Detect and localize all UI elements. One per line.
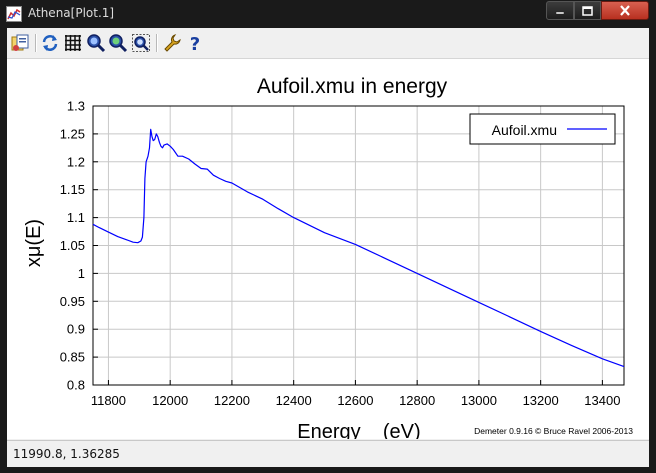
close-button[interactable] bbox=[601, 1, 649, 20]
plot-toolbar: ? bbox=[7, 28, 649, 59]
zoom-in-icon[interactable] bbox=[86, 33, 106, 53]
title-bar[interactable]: Athena[Plot.1] bbox=[0, 0, 656, 28]
refresh-icon[interactable] bbox=[40, 33, 60, 53]
maximize-icon bbox=[582, 5, 593, 16]
x-axis-label: Energy (eV) bbox=[297, 421, 420, 439]
y-tick-label: 0.85 bbox=[60, 350, 85, 365]
y-tick-label: 1.2 bbox=[67, 154, 85, 169]
y-axis-label: xμ(E) bbox=[23, 219, 45, 267]
wrench-icon[interactable] bbox=[162, 33, 182, 53]
toolbar-separator bbox=[35, 34, 37, 52]
x-tick-label: 12400 bbox=[276, 393, 312, 408]
y-tick-label: 0.9 bbox=[67, 322, 85, 337]
y-tick-label: 0.8 bbox=[67, 378, 85, 393]
legend: Aufoil.xmu bbox=[469, 113, 616, 145]
y-tick-label: 1.3 bbox=[67, 99, 85, 114]
minimize-icon bbox=[555, 11, 565, 14]
plot-app-icon bbox=[6, 6, 22, 22]
y-tick-label: 1.15 bbox=[60, 182, 85, 197]
chart-ticks: 11800 12000 12200 12400 12600 12800 13000 13200… bbox=[60, 99, 621, 409]
x-tick-label: 12800 bbox=[399, 393, 435, 408]
series-line-aufoil bbox=[92, 128, 625, 368]
maximize-button[interactable] bbox=[574, 1, 601, 20]
y-tick-label: 1.25 bbox=[60, 126, 85, 141]
x-tick-label: 13200 bbox=[523, 393, 559, 408]
y-tick-label: 1.1 bbox=[67, 210, 85, 225]
y-tick-label: 0.95 bbox=[60, 294, 85, 309]
window-frame-left bbox=[0, 28, 7, 473]
y-tick-label: 1 bbox=[78, 266, 85, 281]
x-tick-label: 12600 bbox=[337, 393, 373, 408]
save-icon[interactable] bbox=[10, 33, 30, 53]
zoom-fit-icon[interactable] bbox=[131, 33, 151, 53]
x-tick-label: 13000 bbox=[461, 393, 497, 408]
window-frame-right bbox=[649, 28, 656, 473]
chart-svg: 11800 12000 12200 12400 12600 12800 13000 13200… bbox=[23, 75, 633, 443]
cursor-coordinates: 11990.8, 1.36285 bbox=[13, 447, 120, 461]
chart-title: Aufoil.xmu in energy bbox=[257, 75, 448, 98]
x-tick-label: 12000 bbox=[152, 393, 188, 408]
close-icon bbox=[620, 5, 630, 16]
window-frame-bottom bbox=[0, 466, 656, 473]
athena-plot-window: Athena[Plot.1] ? 11800 12000 12200 12400… bbox=[0, 0, 656, 473]
legend-label: Aufoil.xmu bbox=[492, 122, 557, 138]
x-tick-label: 12200 bbox=[214, 393, 250, 408]
minimize-button[interactable] bbox=[546, 1, 574, 20]
y-tick-label: 1.05 bbox=[60, 238, 85, 253]
grid-icon[interactable] bbox=[63, 33, 83, 53]
chart-series bbox=[92, 128, 625, 368]
svg-text:?: ? bbox=[190, 34, 200, 53]
status-bar: 11990.8, 1.36285 bbox=[7, 440, 649, 467]
x-tick-label: 11800 bbox=[91, 393, 126, 408]
window-title: Athena[Plot.1] bbox=[28, 6, 115, 20]
zoom-out-icon[interactable] bbox=[108, 33, 128, 53]
credit-text: Demeter 0.9.16 © Bruce Ravel 2006-2013 bbox=[474, 426, 633, 436]
x-tick-label: 13400 bbox=[584, 393, 620, 408]
toolbar-separator bbox=[156, 34, 158, 52]
plot-canvas[interactable]: 11800 12000 12200 12400 12600 12800 13000 13200… bbox=[7, 59, 649, 443]
help-icon[interactable]: ? bbox=[185, 33, 205, 53]
